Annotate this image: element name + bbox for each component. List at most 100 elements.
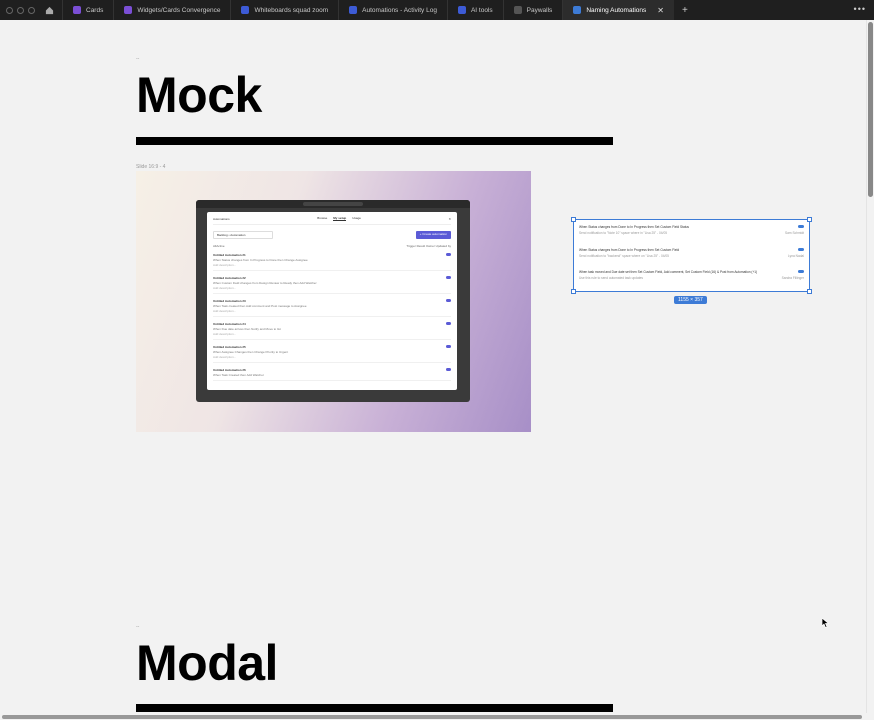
selected-row-owner: Sam Schmidt: [785, 231, 804, 235]
mock-item-rule: When Assignee Changes then Change Priori…: [213, 350, 289, 354]
mock-item-sub: Add description...: [213, 332, 237, 336]
mock-item-rule: When Due date arrives then Notify and Mo…: [213, 327, 281, 331]
close-window-dot[interactable]: [6, 6, 13, 14]
mock-close-icon: ✕: [448, 216, 451, 221]
section-heading-mock: Mock: [136, 67, 262, 123]
horizontal-scroll-thumb[interactable]: [2, 714, 862, 719]
vertical-scroll-thumb[interactable]: [868, 22, 873, 197]
mock-app-screenshot: Automations Browse My setup Usage ✕ Back…: [196, 200, 470, 402]
tab-label: Automations - Activity Log: [362, 6, 437, 14]
toggle-icon: [446, 253, 451, 256]
maximize-window-dot[interactable]: [28, 6, 35, 14]
mock-list-item: Untitled Automation #6 When Task Created …: [213, 368, 451, 381]
mock-item-rule: When Custom Field changes from Design Re…: [213, 281, 317, 285]
close-tab-icon[interactable]: ✕: [657, 6, 664, 15]
selected-row-rule: When task moved and Due date set then Se…: [579, 270, 758, 274]
selected-row-sub: Use this rule to send automated task upd…: [579, 276, 643, 280]
mock-filter: Updated by: [435, 244, 451, 248]
tab-label: Paywalls: [526, 6, 553, 14]
toggle-icon: [798, 225, 804, 228]
tab-favicon-icon: [457, 6, 466, 14]
tab-ai-tools[interactable]: AI tools: [446, 0, 503, 20]
window-controls[interactable]: [0, 6, 38, 14]
mock-modal-tabs: Browse My setup Usage: [317, 216, 361, 221]
mock-list-item: Untitled Automation #1 When Status change…: [213, 253, 451, 271]
mock-item-rule: When Task created then Add comment and P…: [213, 304, 307, 308]
slide-frame[interactable]: Automations Browse My setup Usage ✕ Back…: [136, 171, 531, 432]
mock-filter-row: All Active Trigger Result Owner Updated …: [213, 244, 451, 248]
selected-row-owner: Sandra Fillinger: [781, 276, 804, 280]
tab-naming-automations[interactable]: Naming Automations ✕: [562, 0, 674, 20]
tab-label: Whiteboards squad zoom: [254, 6, 329, 14]
new-tab-plus-icon[interactable]: +: [674, 5, 696, 16]
toggle-icon: [446, 276, 451, 279]
toggle-icon: [446, 368, 451, 371]
section-rule: [136, 137, 613, 145]
slide-label: Slide 16:9 - 4: [136, 164, 166, 170]
tab-whiteboards-squad-zoom[interactable]: Whiteboards squad zoom: [230, 0, 338, 20]
tab-favicon-icon: [241, 6, 250, 14]
mock-filter: Active: [216, 244, 225, 248]
tab-favicon-icon: [73, 6, 81, 14]
home-icon[interactable]: [42, 3, 56, 17]
mock-item-rule: When Status changes from In Progress to …: [213, 258, 308, 262]
tab-paywalls[interactable]: Paywalls: [502, 0, 563, 20]
mock-app-topbar: [196, 200, 470, 208]
toggle-icon: [446, 299, 451, 302]
mock-space-select: Backlog • Automation: [213, 231, 273, 239]
toggle-icon: [798, 248, 804, 251]
toggle-icon: [446, 345, 451, 348]
mock-item-title: Untitled Automation #2: [213, 276, 246, 280]
tab-label: Cards: [86, 6, 104, 14]
tab-label: Widgets/Cards Convergence: [137, 6, 221, 14]
whiteboard-canvas[interactable]: -- Mock Slide 16:9 - 4 Automations Brows…: [0, 20, 866, 713]
resize-handle-top-right[interactable]: [807, 217, 812, 222]
resize-handle-bottom-right[interactable]: [807, 289, 812, 294]
section-dash: --: [136, 624, 140, 630]
resize-handle-bottom-left[interactable]: [571, 289, 576, 294]
mock-tab-my-setup: My setup: [333, 216, 347, 221]
tab-label: AI tools: [470, 6, 493, 14]
mock-search-bar: [303, 202, 363, 206]
mock-item-title: Untitled Automation #4: [213, 322, 246, 326]
horizontal-scrollbar[interactable]: [0, 713, 866, 720]
mock-create-button: + Create automation: [415, 231, 451, 239]
selected-row: When Status changes from Done to In Prog…: [579, 225, 804, 235]
mock-filter: Trigger: [406, 244, 416, 248]
resize-handle-top-left[interactable]: [571, 217, 576, 222]
mock-item-title: Untitled Automation #3: [213, 299, 246, 303]
mock-tab-browse: Browse: [317, 216, 328, 220]
toggle-icon: [446, 322, 451, 325]
more-options-icon[interactable]: •••: [854, 4, 866, 14]
tab-widgets-cards-convergence[interactable]: Widgets/Cards Convergence: [113, 0, 230, 20]
selected-row-sub: Send notification to "Note 10" space whe…: [579, 231, 667, 235]
mock-item-title: Untitled Automation #1: [213, 253, 246, 257]
browser-tab-bar: Cards Widgets/Cards Convergence Whiteboa…: [0, 0, 874, 20]
selected-row-owner: Lyna Nadal: [787, 254, 804, 258]
toggle-icon: [798, 270, 804, 273]
mock-filter: Owner: [425, 244, 435, 248]
tab-cards[interactable]: Cards: [62, 0, 113, 20]
tab-label: Naming Automations: [586, 6, 647, 14]
tab-automations-activity-log[interactable]: Automations - Activity Log: [338, 0, 447, 20]
selected-row-sub: Send notification to "backend" space whe…: [579, 254, 669, 258]
mock-modal-title: Automations: [213, 216, 230, 221]
mock-modal-header: Automations Browse My setup Usage ✕: [213, 216, 451, 225]
mock-item-title: Untitled Automation #6: [213, 368, 246, 372]
mock-item-sub: Add description...: [213, 309, 237, 313]
section-heading-modal: Modal: [136, 635, 278, 691]
selected-automation-list-card[interactable]: When Status changes from Done to In Prog…: [571, 217, 812, 294]
mock-toolbar: Backlog • Automation + Create automation: [213, 231, 451, 239]
mock-item-rule: When Task Created then Add Watcher: [213, 373, 264, 377]
tab-favicon-icon: [349, 6, 358, 14]
vertical-scrollbar[interactable]: [866, 20, 874, 713]
minimize-window-dot[interactable]: [17, 6, 24, 14]
mouse-cursor-icon: [822, 618, 830, 628]
selection-size-badge: 1155 × 357: [674, 296, 707, 304]
mock-item-title: Untitled Automation #5: [213, 345, 246, 349]
tab-favicon-icon: [573, 6, 582, 14]
section-rule: [136, 704, 613, 712]
mock-item-sub: Add description...: [213, 355, 237, 359]
mock-list-item: Untitled Automation #5 When Assignee Chan…: [213, 345, 451, 363]
mock-list-item: Untitled Automation #3 When Task created …: [213, 299, 451, 317]
